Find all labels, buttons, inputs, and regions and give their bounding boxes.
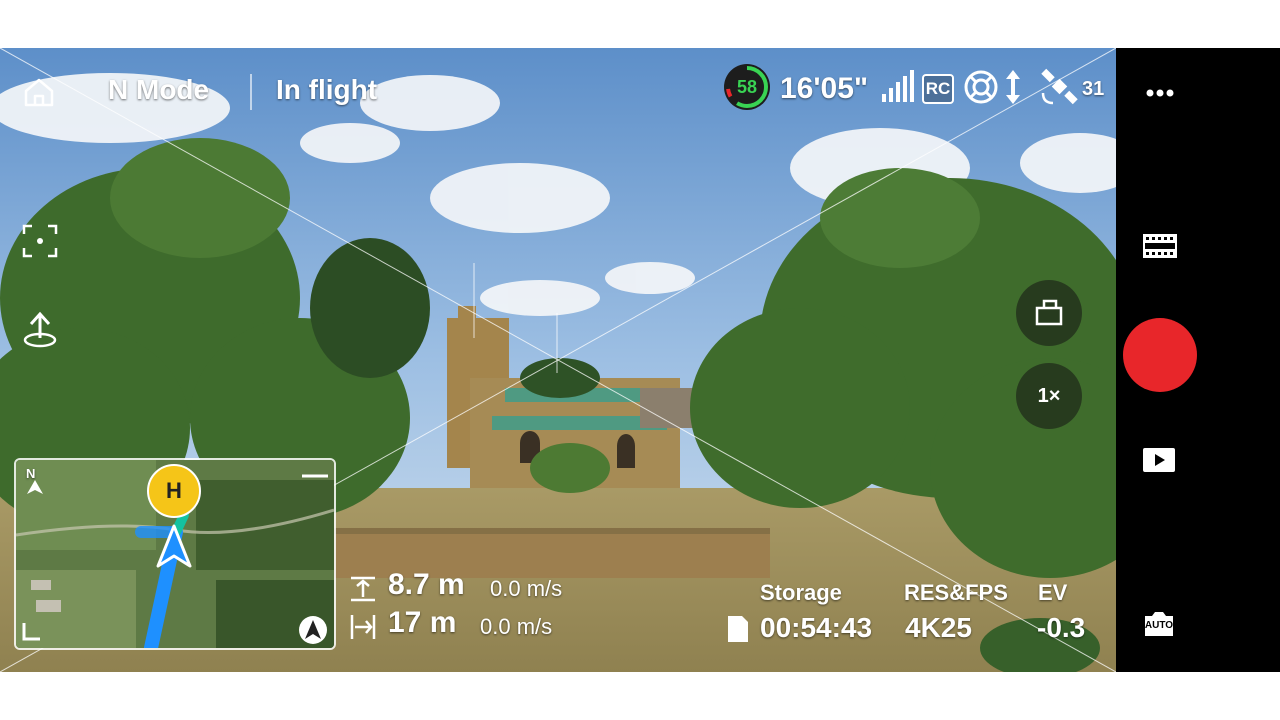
sd-card-icon: [726, 614, 750, 644]
storage-value[interactable]: 00:54:43: [760, 612, 872, 644]
record-button[interactable]: [1123, 318, 1197, 392]
north-label: N: [26, 466, 36, 481]
ev-value[interactable]: -0.3: [1037, 612, 1085, 644]
signal-strength-icon[interactable]: [882, 70, 918, 102]
more-options-icon[interactable]: [1143, 76, 1177, 110]
map-orientation-icon[interactable]: [298, 615, 328, 645]
vertical-speed: 0.0 m/s: [490, 576, 563, 601]
home-point-marker: H: [147, 464, 201, 518]
horizontal-speed: 0.0 m/s: [480, 614, 553, 639]
distance-value: 17 m: [388, 606, 457, 639]
fly-app-screen: N Mode In flight 58 16'05" RC 31 N H 8.7…: [0, 48, 1280, 672]
map-expand-icon[interactable]: [21, 620, 43, 642]
return-to-home-icon[interactable]: [22, 310, 58, 348]
auto-label: AUTO: [1144, 620, 1174, 631]
auto-exposure-icon[interactable]: AUTO: [1142, 610, 1176, 638]
storage-label: Storage: [760, 580, 842, 605]
top-bar-divider: [250, 74, 252, 110]
north-arrow-icon: [26, 480, 44, 494]
zoom-button[interactable]: 1×: [1016, 363, 1082, 429]
ev-label: EV: [1038, 580, 1068, 605]
playback-icon[interactable]: [1142, 446, 1176, 474]
video-mode-icon[interactable]: [1142, 232, 1178, 260]
mini-map[interactable]: N H: [14, 458, 336, 650]
height-icon: [349, 575, 377, 603]
switch-view-button[interactable]: [1016, 280, 1082, 346]
focus-frame-icon[interactable]: [22, 224, 58, 258]
obstacle-avoidance-icon[interactable]: [963, 69, 999, 105]
satellite-count: 31: [1082, 78, 1105, 100]
battery-percent[interactable]: 58: [722, 62, 772, 112]
switch-view-icon: [1035, 299, 1063, 326]
resfps-label: RES&FPS: [904, 580, 1008, 605]
flight-time: 16'05": [780, 72, 869, 105]
camera-feed[interactable]: N Mode In flight 58 16'05" RC 31 N H 8.7…: [0, 48, 1116, 672]
height-value: 8.7 m: [388, 568, 465, 601]
satellite-icon[interactable]: [1040, 68, 1080, 106]
distance-icon: [349, 613, 377, 641]
vision-sensor-icon: [1004, 68, 1022, 106]
flight-status[interactable]: In flight: [276, 74, 377, 106]
resfps-value[interactable]: 4K25: [905, 612, 972, 644]
rc-indicator: RC: [922, 74, 954, 104]
aircraft-position-icon: [154, 522, 194, 570]
flight-mode[interactable]: N Mode: [108, 74, 209, 106]
home-icon[interactable]: [22, 76, 56, 108]
